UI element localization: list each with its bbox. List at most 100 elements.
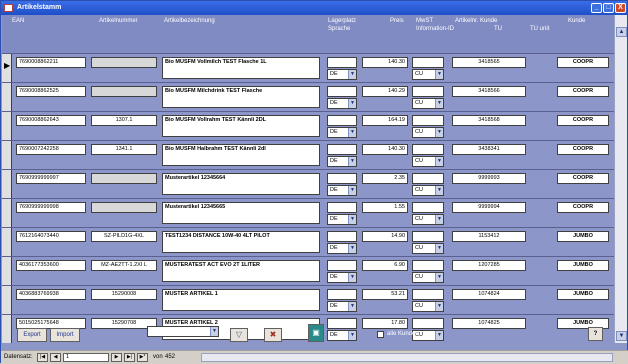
mwst-field[interactable] xyxy=(412,57,444,68)
kunde-field[interactable]: COOPR xyxy=(557,115,609,126)
lagerplatz-field[interactable] xyxy=(327,115,357,126)
ean-field[interactable]: 7612164073440 xyxy=(16,231,86,242)
sprache-dropdown[interactable]: DE ▼ xyxy=(327,272,357,283)
bezeichnung-field[interactable]: MUSTER ARTIKEL 1 xyxy=(162,289,320,311)
kunde-field[interactable]: JUMBO xyxy=(557,260,609,271)
artikelnr-kunde-field[interactable]: 1207285 xyxy=(452,260,526,271)
preis-field[interactable]: 140.29 xyxy=(362,86,408,97)
ean-field[interactable]: 7690999999998 xyxy=(16,202,86,213)
sprache-dropdown[interactable]: DE ▼ xyxy=(327,185,357,196)
lagerplatz-field[interactable] xyxy=(327,144,357,155)
preis-field[interactable]: 53.21 xyxy=(362,289,408,300)
mwst-field[interactable] xyxy=(412,231,444,242)
ean-field[interactable]: 7690008862525 xyxy=(16,86,86,97)
chevron-down-icon[interactable]: ▼ xyxy=(435,157,443,166)
lagerplatz-field[interactable] xyxy=(327,173,357,184)
ean-field[interactable]: 4036883769938 xyxy=(16,289,86,300)
chevron-down-icon[interactable]: ▼ xyxy=(348,70,356,79)
chevron-down-icon[interactable]: ▼ xyxy=(435,244,443,253)
first-record-icon[interactable]: |◀ xyxy=(37,353,48,362)
bezeichnung-field[interactable]: Bio MUSFM Milchdrink TEST Flasche xyxy=(162,86,320,108)
table-row[interactable]: 4036177353600 MZ-AE2TT-1.2XI L MUSTERATE… xyxy=(2,256,614,285)
lagerplatz-field[interactable] xyxy=(327,260,357,271)
bezeichnung-field[interactable]: Musterartikel 12345665 xyxy=(162,202,320,224)
preis-field[interactable]: 2.35 xyxy=(362,173,408,184)
artikelnummer-field[interactable] xyxy=(91,57,157,68)
new-record-icon[interactable]: ▶* xyxy=(137,353,148,362)
record-selector[interactable] xyxy=(2,170,12,198)
preis-field[interactable]: 1.55 xyxy=(362,202,408,213)
chevron-down-icon[interactable]: ▼ xyxy=(435,273,443,282)
table-row[interactable]: 7690999999998 Musterartikel 12345665 DE ▼… xyxy=(2,198,614,227)
lagerplatz-field[interactable] xyxy=(327,57,357,68)
record-selector[interactable] xyxy=(2,257,12,285)
minimize-button[interactable]: _ xyxy=(591,3,602,13)
record-selector[interactable] xyxy=(2,112,12,140)
kunde-field[interactable]: COOPR xyxy=(557,144,609,155)
next-record-icon[interactable]: ▶ xyxy=(111,353,122,362)
lagerplatz-field[interactable] xyxy=(327,289,357,300)
sprache-dropdown[interactable]: DE ▼ xyxy=(327,214,357,225)
lagerplatz-field[interactable] xyxy=(327,202,357,213)
sprache-dropdown[interactable]: DE ▼ xyxy=(327,156,357,167)
chevron-down-icon[interactable]: ▼ xyxy=(435,70,443,79)
artikelnummer-field[interactable]: 1341.1 xyxy=(91,144,157,155)
alle-kunden-checkbox[interactable] xyxy=(377,331,384,338)
preis-field[interactable]: 140.30 xyxy=(362,144,408,155)
table-row[interactable]: 4036883769938 15290008 MUSTER ARTIKEL 1 … xyxy=(2,285,614,314)
bezeichnung-field[interactable]: Musterartikel 12345664 xyxy=(162,173,320,195)
preis-field[interactable]: 164.19 xyxy=(362,115,408,126)
artikelnummer-field[interactable] xyxy=(91,202,157,213)
table-row[interactable]: ▶ 7690008862211 Bio MUSFM Vollmilch TEST… xyxy=(2,53,614,82)
bezeichnung-field[interactable]: MUSTERATEST ACT EVO 2T 1LITER xyxy=(162,260,320,282)
sprache-dropdown[interactable]: DE ▼ xyxy=(327,301,357,312)
record-selector[interactable] xyxy=(2,141,12,169)
mwst-field[interactable] xyxy=(412,115,444,126)
filter-dropdown[interactable]: ▼ xyxy=(147,326,219,337)
chevron-down-icon[interactable]: ▼ xyxy=(348,157,356,166)
table-row[interactable]: 7690007242258 1341.1 Bio MUSFM Halbrahm … xyxy=(2,140,614,169)
mwst-field[interactable] xyxy=(412,202,444,213)
artikelnummer-field[interactable]: 1307.1 xyxy=(91,115,157,126)
table-row[interactable]: 7690008862525 Bio MUSFM Milchdrink TEST … xyxy=(2,82,614,111)
scroll-down-icon[interactable]: ▼ xyxy=(616,331,627,341)
kunde-field[interactable]: COOPR xyxy=(557,173,609,184)
sprache-dropdown[interactable]: DE ▼ xyxy=(327,127,357,138)
ean-field[interactable]: 7690008862643 xyxy=(16,115,86,126)
chevron-down-icon[interactable]: ▼ xyxy=(210,327,218,336)
kunde-field[interactable]: COOPR xyxy=(557,86,609,97)
kunde-field[interactable]: JUMBO xyxy=(557,289,609,300)
table-row[interactable]: 7690999999997 Musterartikel 12345664 DE ▼… xyxy=(2,169,614,198)
information-id-dropdown[interactable]: CU ▼ xyxy=(412,69,444,80)
horizontal-scrollbar[interactable] xyxy=(201,353,613,362)
information-id-dropdown[interactable]: CU ▼ xyxy=(412,214,444,225)
chevron-down-icon[interactable]: ▼ xyxy=(348,99,356,108)
artikelnummer-field[interactable]: MZ-AE2TT-1.2XI L xyxy=(91,260,157,271)
table-row[interactable]: 7690008862643 1307.1 Bio MUSFM Vollrahm … xyxy=(2,111,614,140)
table-row[interactable]: 7612164073440 SZ-PILD1G-4XL TEST1234 DIS… xyxy=(2,227,614,256)
lagerplatz-field[interactable] xyxy=(327,231,357,242)
floppy-disk-icon[interactable]: ▣ xyxy=(308,324,324,342)
mwst-field[interactable] xyxy=(412,144,444,155)
artikelnummer-field[interactable] xyxy=(91,173,157,184)
kunde-field[interactable]: COOPR xyxy=(557,57,609,68)
information-id-dropdown[interactable]: CU ▼ xyxy=(412,156,444,167)
artikelnr-kunde-field[interactable]: 9999993 xyxy=(452,173,526,184)
information-id-dropdown[interactable]: CU ▼ xyxy=(412,272,444,283)
information-id-dropdown[interactable]: CU ▼ xyxy=(412,185,444,196)
chevron-down-icon[interactable]: ▼ xyxy=(348,215,356,224)
chevron-down-icon[interactable]: ▼ xyxy=(348,273,356,282)
current-record-field[interactable]: 1 xyxy=(63,353,109,362)
chevron-down-icon[interactable]: ▼ xyxy=(348,302,356,311)
maximize-button[interactable]: □ xyxy=(603,3,614,13)
mwst-field[interactable] xyxy=(412,173,444,184)
previous-record-icon[interactable]: ◀ xyxy=(50,353,61,362)
preis-field[interactable]: 140.30 xyxy=(362,57,408,68)
ean-field[interactable]: 4036177353600 xyxy=(16,260,86,271)
ean-field[interactable]: 7690008862211 xyxy=(16,57,86,68)
last-record-icon[interactable]: ▶| xyxy=(124,353,135,362)
chevron-down-icon[interactable]: ▼ xyxy=(435,215,443,224)
artikelnr-kunde-field[interactable]: 3418566 xyxy=(452,86,526,97)
chevron-down-icon[interactable]: ▼ xyxy=(435,186,443,195)
funnel-clear-icon[interactable]: ✖ xyxy=(264,328,282,342)
